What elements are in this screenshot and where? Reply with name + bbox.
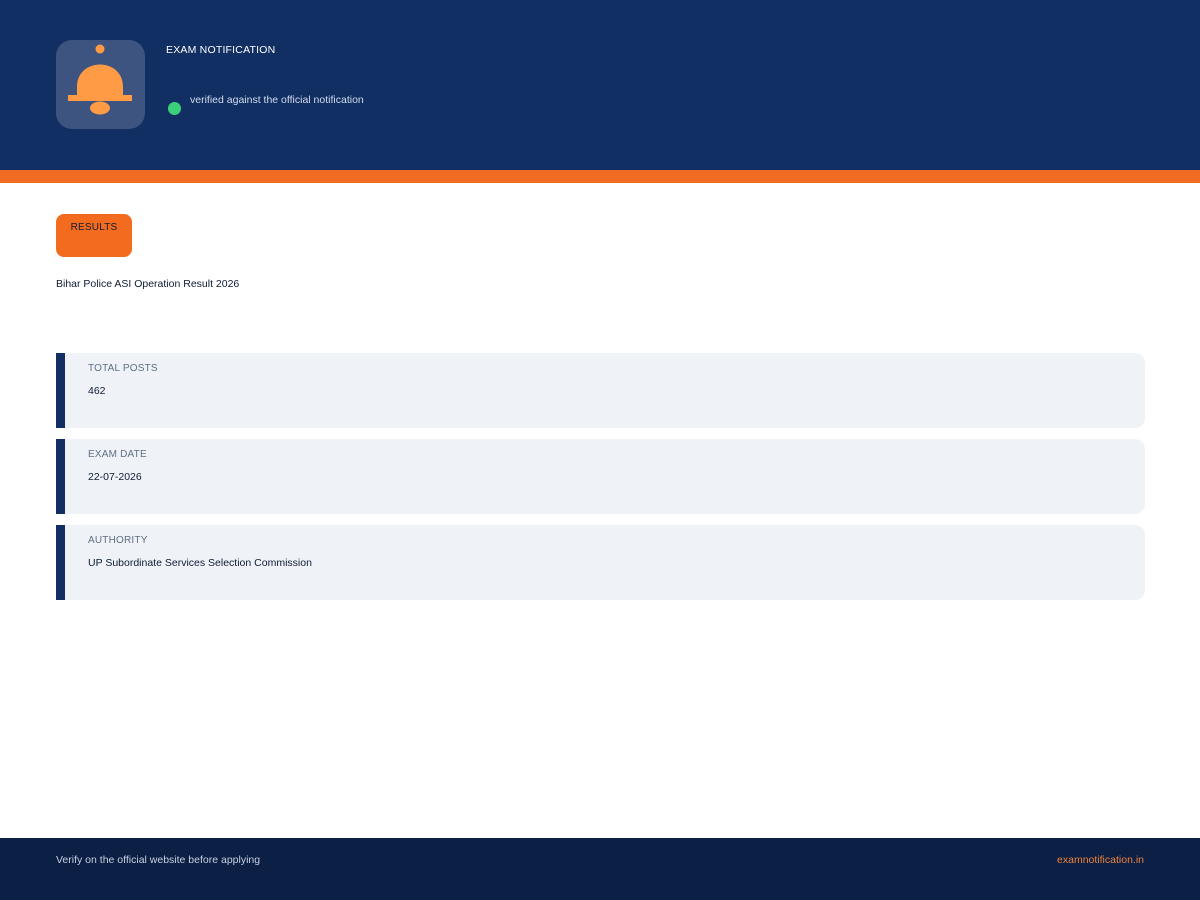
header: EXAM NOTIFICATION verified against the o… [0, 0, 1200, 170]
footer-site-link[interactable]: examnotification.in [1057, 854, 1144, 866]
card-accent-bar [56, 525, 65, 600]
authority-label: AUTHORITY [88, 535, 148, 546]
exam-date-value: 22-07-2026 [88, 471, 142, 483]
bell-icon [68, 44, 132, 115]
category-label: RESULTS [70, 222, 118, 233]
exam-date-card: EXAM DATE 22-07-2026 [56, 439, 1145, 514]
page: EXAM NOTIFICATION verified against the o… [0, 0, 1200, 900]
exam-title: Bihar Police ASI Operation Result 2026 [56, 278, 240, 290]
total-posts-card: TOTAL POSTS 462 [56, 353, 1145, 428]
footer-note: Verify on the official website before ap… [56, 854, 261, 866]
category-badge: RESULTS [56, 214, 132, 257]
exam-date-label: EXAM DATE [88, 449, 147, 460]
card-accent-bar [56, 439, 65, 514]
authority-card: AUTHORITY UP Subordinate Services Select… [56, 525, 1145, 600]
verified-text: verified against the official notificati… [190, 94, 364, 106]
verified-status-dot [168, 102, 181, 115]
authority-value: UP Subordinate Services Selection Commis… [88, 557, 312, 569]
total-posts-label: TOTAL POSTS [88, 363, 158, 374]
accent-strip [0, 170, 1200, 183]
logo-tile [56, 40, 145, 129]
header-title: EXAM NOTIFICATION [166, 44, 276, 56]
footer: Verify on the official website before ap… [0, 838, 1200, 900]
card-accent-bar [56, 353, 65, 428]
total-posts-value: 462 [88, 385, 106, 397]
